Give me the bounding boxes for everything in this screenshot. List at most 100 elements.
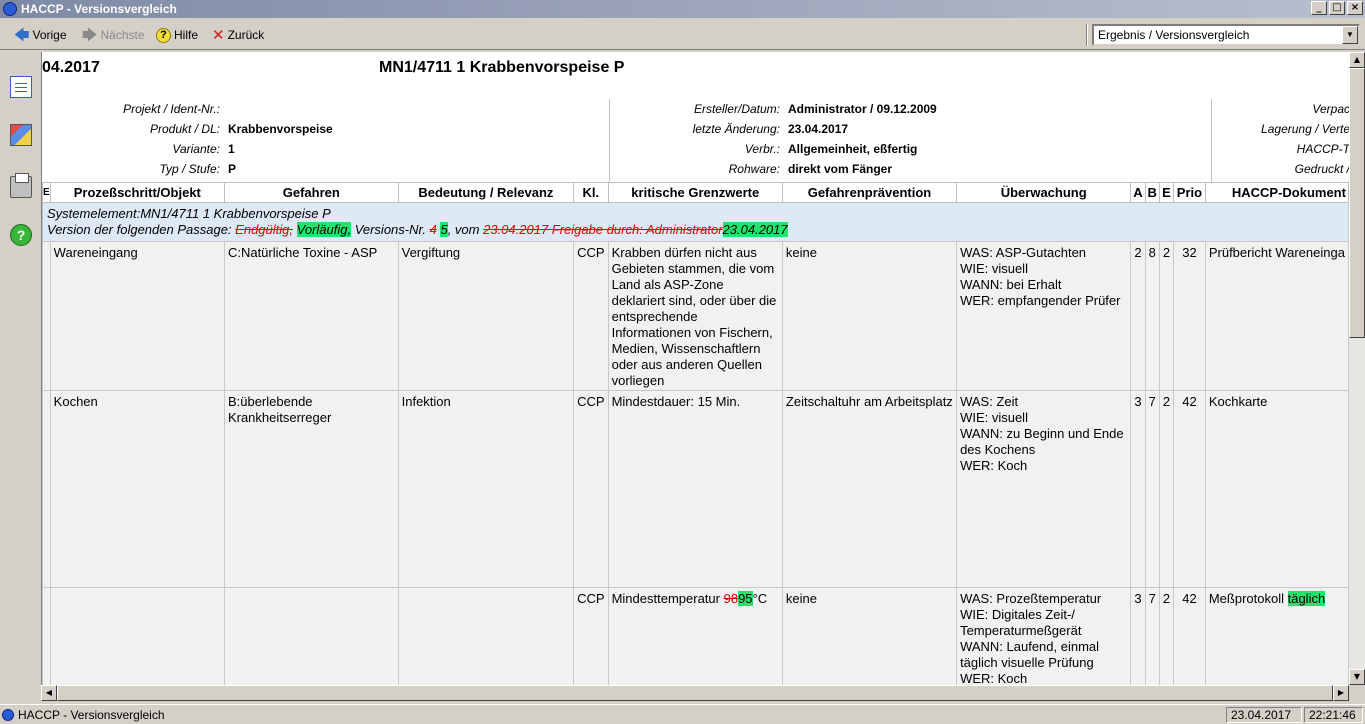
document-icon[interactable]: [10, 76, 32, 98]
cell-relevance: Infektion: [397, 390, 575, 588]
info-row: Gedruckt /: [1294, 162, 1349, 176]
cell-kl: CCP: [573, 241, 609, 391]
column-header[interactable]: kritische Grenzwerte: [607, 182, 783, 203]
close-x-icon: ✕: [212, 25, 225, 44]
column-header[interactable]: A: [1130, 182, 1146, 203]
column-header[interactable]: Gefahren: [223, 182, 399, 203]
scroll-down-icon[interactable]: ▼: [1349, 669, 1365, 685]
info-row: Verbr.: Allgemeinheit, eßfertig: [744, 142, 918, 156]
title-bar: HACCP - Versionsvergleich _ □ ×: [0, 0, 1365, 18]
table-row[interactable]: Kochen B:überlebende Krankheitserreger I…: [42, 390, 1349, 588]
back-button[interactable]: ✕ Zurück: [212, 25, 264, 45]
inserted-text: 5: [440, 222, 448, 237]
cell-b: 7: [1144, 587, 1160, 685]
column-header[interactable]: Überwachung: [956, 182, 1132, 203]
cell-b: 8: [1144, 241, 1160, 391]
column-header[interactable]: HACCP-Dokument: [1204, 182, 1349, 203]
taskbar-date: 23.04.2017: [1226, 707, 1302, 723]
cell-prevention: keine: [781, 587, 958, 685]
scroll-right-icon[interactable]: ▶: [1333, 685, 1349, 701]
table-header-row: E Prozeßschritt/Objekt Gefahren Bedeutun…: [42, 182, 1349, 203]
cell-hazard: C:Natürliche Toxine - ASP: [223, 241, 399, 391]
info-row: Produkt / DL: Krabbenvorspeise: [149, 122, 333, 136]
cell-hazard: [223, 587, 399, 685]
system-element-cell: Systemelement:MN1/4711 1 Krabbenvorspeis…: [42, 202, 1349, 242]
info-row: Verpac: [1312, 102, 1349, 116]
deleted-text: 23.04.2017 Freigabe durch: Administrator: [483, 222, 723, 237]
table-row[interactable]: CCP Mindesttemperatur 9895°C keine WAS: …: [42, 587, 1349, 685]
system-element-row: Systemelement:MN1/4711 1 Krabbenvorspeis…: [42, 202, 1349, 242]
cell-e: 2: [1158, 587, 1175, 685]
help-circle-icon[interactable]: ?: [10, 224, 32, 246]
taskbar: HACCP - Versionsvergleich 23.04.2017 22:…: [0, 704, 1365, 724]
maximize-button[interactable]: □: [1329, 1, 1345, 15]
view-select[interactable]: Ergebnis / Versionsvergleich ▼: [1092, 24, 1360, 46]
deleted-text: 98: [723, 591, 739, 606]
taskbar-time: 22:21:46: [1304, 707, 1363, 723]
cell-step: Wareneingang: [49, 241, 225, 391]
column-header[interactable]: Bedeutung / Relevanz: [397, 182, 575, 203]
page-title: MN1/4711 1 Krabbenvorspeise P: [379, 59, 625, 76]
cell-a: 3: [1130, 390, 1146, 588]
cell-prevention: Zeitschaltuhr am Arbeitsplatz: [781, 390, 958, 588]
info-block-left: Projekt / Ident-Nr.: Produkt / DL: Krabbe…: [42, 99, 612, 183]
cell-doc: Prüfbericht Wareneinga: [1204, 241, 1349, 391]
cell-limits: Mindestdauer: 15 Min.: [607, 390, 783, 588]
horizontal-scrollbar[interactable]: ◀ ▶: [41, 685, 1349, 701]
column-header[interactable]: Gefahrenprävention: [781, 182, 958, 203]
deleted-text: Endgültig,: [235, 222, 293, 237]
toolbar: 🡄 Vorige 🡆 Nächste ? Hilfe ✕ Zurück Erge…: [0, 20, 1365, 50]
cell-kl: CCP: [573, 390, 609, 588]
app-icon: [2, 709, 14, 721]
cell-relevance: Vergiftung: [397, 241, 575, 391]
column-header[interactable]: E: [1158, 182, 1175, 203]
vertical-scrollbar[interactable]: ▲ ▼: [1349, 52, 1365, 685]
column-header[interactable]: B: [1144, 182, 1160, 203]
cell-prevention: keine: [781, 241, 958, 391]
cell-a: 2: [1130, 241, 1146, 391]
info-row: Variante: 1: [172, 142, 235, 156]
cell-relevance: [397, 587, 575, 685]
cell-kl: CCP: [573, 587, 609, 685]
column-header: E: [42, 182, 51, 203]
help-button[interactable]: ? Hilfe: [156, 25, 198, 45]
next-button[interactable]: 🡆 Nächste: [82, 25, 145, 45]
column-header[interactable]: Kl.: [573, 182, 609, 203]
prev-button[interactable]: 🡄 Vorige: [14, 25, 67, 45]
inserted-text: 95: [738, 591, 753, 606]
view-select-value: Ergebnis / Versionsvergleich: [1098, 28, 1250, 42]
info-row: Ersteller/Datum: Administrator / 09.12.20…: [693, 102, 937, 116]
info-row: Lagerung / Verte: [1261, 122, 1349, 136]
cell-e: 2: [1158, 241, 1175, 391]
help-icon: ?: [156, 27, 171, 43]
window-title: HACCP - Versionsvergleich: [21, 2, 177, 16]
minimize-button[interactable]: _: [1311, 1, 1327, 15]
inserted-text: Vorläufig,: [296, 222, 352, 237]
app-icon: [3, 2, 17, 16]
horizontal-scroll-thumb[interactable]: [57, 685, 1333, 701]
cell-limits: Mindesttemperatur 9895°C: [607, 587, 783, 685]
cell-prio: 42: [1173, 587, 1206, 685]
close-button[interactable]: ×: [1347, 1, 1363, 15]
column-header[interactable]: Prozeßschritt/Objekt: [49, 182, 225, 203]
cell-hazard: B:überlebende Krankheitserreger: [223, 390, 399, 588]
chevron-down-icon[interactable]: ▼: [1342, 26, 1358, 44]
cell-step: [49, 587, 225, 685]
next-label: Nächste: [100, 28, 145, 42]
info-row: Projekt / Ident-Nr.:: [123, 102, 220, 116]
column-header[interactable]: Prio: [1173, 182, 1206, 203]
cell-monitoring: WAS: ASP-Gutachten WIE: visuell WANN: be…: [956, 241, 1132, 391]
header-date: 04.2017: [42, 59, 100, 76]
help-label: Hilfe: [174, 28, 199, 42]
taskbar-app-item[interactable]: HACCP - Versionsvergleich: [2, 707, 165, 723]
printer-icon[interactable]: [10, 173, 32, 198]
scroll-left-icon[interactable]: ◀: [41, 685, 57, 701]
arrow-right-icon: 🡆: [82, 25, 98, 44]
vertical-scroll-thumb[interactable]: [1349, 68, 1365, 338]
info-block-middle: Ersteller/Datum: Administrator / 09.12.20…: [610, 99, 1210, 183]
cell-b: 7: [1144, 390, 1160, 588]
cell-a: 3: [1130, 587, 1146, 685]
image-export-icon[interactable]: [10, 124, 32, 146]
scroll-up-icon[interactable]: ▲: [1349, 52, 1365, 68]
table-row[interactable]: Wareneingang C:Natürliche Toxine - ASP V…: [42, 241, 1349, 391]
